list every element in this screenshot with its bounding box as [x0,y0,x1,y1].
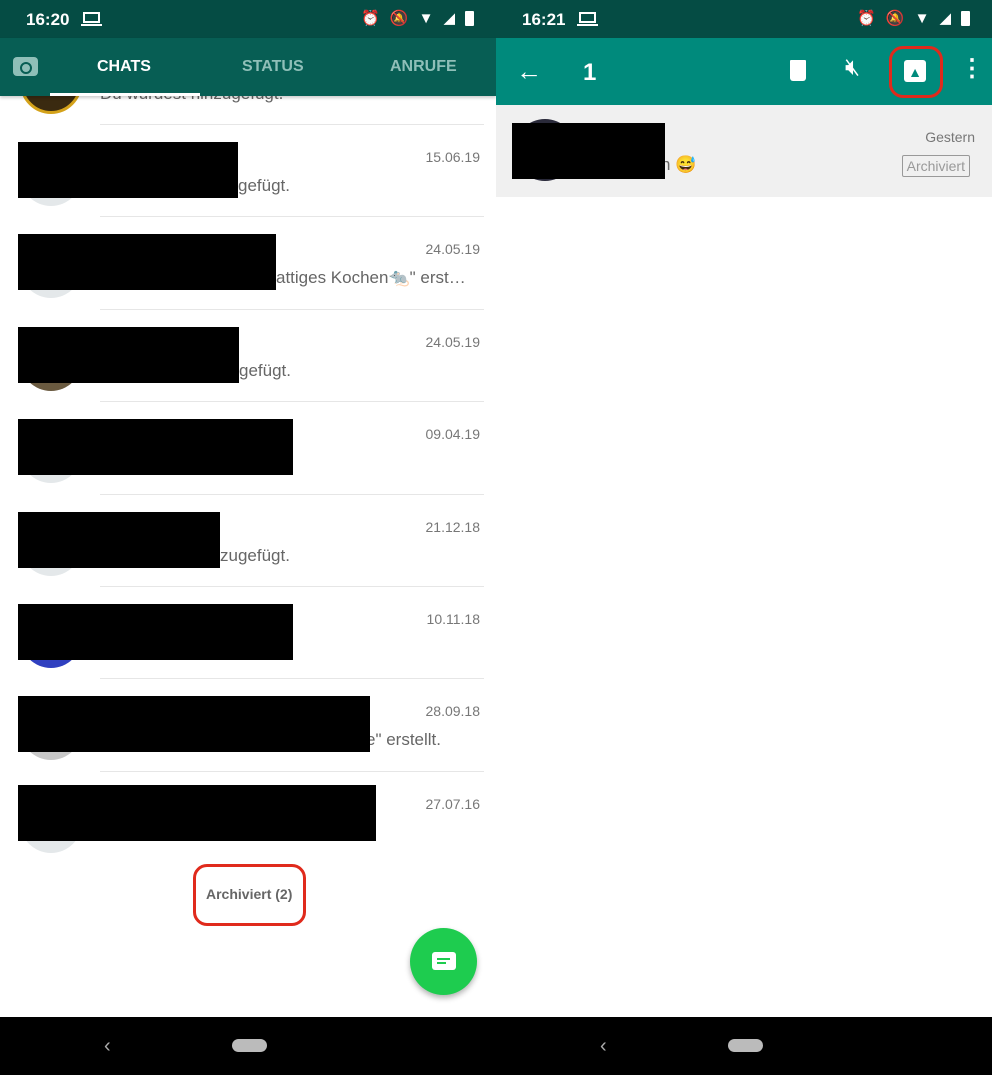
chat-snippet: gefügt. [239,361,291,380]
chat-date: 28.09.18 [425,703,481,719]
chat-date: 10.11.18 [426,611,480,627]
active-tab-indicator [50,93,200,96]
nav-bar: ‹ [496,1017,992,1075]
chat-snippet: zugefügt. [220,546,290,565]
wifi-icon: ▼ [418,9,434,27]
tab-status[interactable]: STATUS [242,58,304,76]
laptop-icon [81,12,102,26]
redaction [18,327,239,383]
archived-badge: Archiviert [901,155,970,177]
more-options-icon[interactable]: ⋮ [960,54,984,83]
chat-row[interactable]: 09.04.19 [0,401,496,493]
chat-date: 15.06.19 [425,149,481,165]
chat-row[interactable]: 28.09.18 e" erstellt. [0,678,496,770]
laptop-icon [577,12,598,26]
chats-screen: 16:20 ⏰🔕▼◢ CHATS STATUS ANRUFE Du wurdes… [0,0,496,1075]
chat-snippet: e" erstellt. [366,730,442,749]
selected-count: 1 [583,59,597,86]
camera-icon[interactable] [13,57,38,76]
chat-row[interactable]: 24.05.19 gefügt. [0,309,496,401]
notifications-off-icon: 🔕 [885,10,905,27]
wifi-icon: ▼ [914,9,930,27]
chat-date: 09.04.19 [425,426,481,442]
home-nav-button[interactable] [232,1039,267,1052]
clock: 16:20 [26,10,70,29]
redaction [18,785,376,841]
home-nav-button[interactable] [728,1039,763,1052]
redaction [18,604,293,660]
signal-icon: ◢ [939,10,951,27]
redaction [18,142,238,198]
back-arrow-icon[interactable]: ← [516,56,542,87]
clock: 16:21 [522,10,566,29]
chat-date: 24.05.19 [425,334,481,350]
chat-snippet: gefügt. [238,176,290,195]
chat-row[interactable]: 15.06.19 gefügt. [0,124,496,216]
chat-date: 27.07.16 [425,796,481,812]
chat-row[interactable]: 10.11.18 [0,586,496,678]
redaction [512,123,665,179]
chat-date: Gestern [925,129,975,145]
chat-row[interactable]: 21.12.18 zugefügt. [0,494,496,586]
chat-snippet: n 😅 [661,155,697,174]
chat-date: 21.12.18 [425,519,481,535]
redaction [18,696,370,752]
back-nav-icon[interactable]: ‹ [104,1035,111,1058]
highlight-circle [193,864,306,926]
new-chat-button[interactable] [410,928,477,995]
chat-date: 24.05.19 [425,241,481,257]
chat-row[interactable]: 27.07.16 [0,771,496,863]
chat-row[interactable]: 24.05.19 attiges Kochen🐀" erst… [0,216,496,308]
selected-chat-row[interactable]: n 😅 Gestern Archiviert [496,105,992,197]
alarm-icon: ⏰ [857,10,876,27]
tab-calls[interactable]: ANRUFE [390,58,457,76]
nav-bar: ‹ [0,1017,496,1075]
mute-icon[interactable]: 🔇︎ [845,54,860,82]
message-icon [432,952,456,970]
tab-chats[interactable]: CHATS [97,58,151,76]
tab-bar: CHATS STATUS ANRUFE [0,38,496,96]
signal-icon: ◢ [443,10,455,27]
redaction [18,512,220,568]
redaction [18,419,293,475]
battery-icon [465,10,474,26]
back-nav-icon[interactable]: ‹ [600,1035,607,1058]
notifications-off-icon: 🔕 [389,10,409,27]
delete-icon[interactable] [790,60,806,81]
battery-icon [961,10,970,26]
highlight-circle [889,46,943,98]
status-bar: 16:21 ⏰ 🔕 ▼ ◢ [496,0,992,38]
redaction [18,234,276,290]
archived-screen: 16:21 ⏰ 🔕 ▼ ◢ ← 1 🔇︎ ▲ ⋮ n 😅 Gestern Archiv… [496,0,992,1075]
alarm-icon: ⏰ [361,10,380,27]
chat-snippet: attiges Kochen🐀" erst… [276,268,466,287]
